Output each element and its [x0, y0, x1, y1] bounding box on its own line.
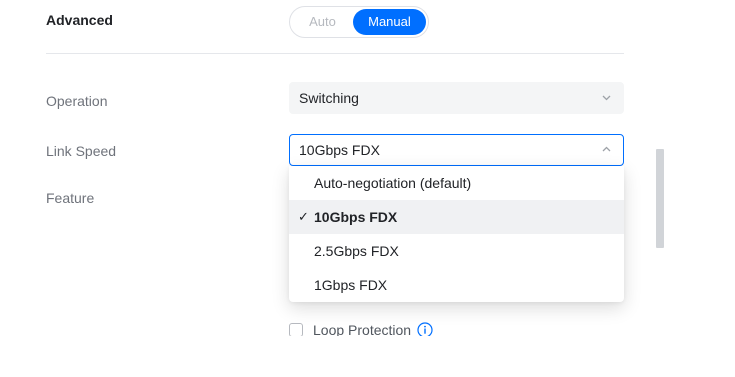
mode-auto-option[interactable]: Auto	[292, 9, 353, 35]
chevron-up-icon	[602, 146, 611, 153]
operation-label: Operation	[46, 93, 108, 109]
chevron-down-icon	[602, 95, 611, 102]
settings-panel: Advanced Auto Manual Operation Switching…	[0, 0, 735, 336]
option-label: Auto-negotiation (default)	[314, 175, 472, 191]
operation-select[interactable]: Switching	[289, 82, 624, 114]
feature-label: Feature	[46, 190, 95, 206]
option-10gbps-fdx[interactable]: ✓ 10Gbps FDX	[289, 200, 624, 234]
option-label: 1Gbps FDX	[314, 277, 388, 293]
loop-protection-checkbox[interactable]	[289, 323, 303, 336]
section-title: Advanced	[46, 12, 113, 28]
checkmark-icon: ✓	[298, 209, 309, 224]
link-speed-label: Link Speed	[46, 143, 117, 159]
option-label: 10Gbps FDX	[314, 209, 398, 225]
option-2-5gbps-fdx[interactable]: 2.5Gbps FDX	[289, 234, 624, 268]
info-icon[interactable]	[417, 322, 433, 336]
option-label: 2.5Gbps FDX	[314, 243, 399, 259]
loop-protection-label[interactable]: Loop Protection	[313, 322, 411, 336]
option-auto-negotiation[interactable]: Auto-negotiation (default)	[289, 166, 624, 200]
operation-value: Switching	[299, 90, 359, 106]
option-1gbps-fdx[interactable]: 1Gbps FDX	[289, 268, 624, 302]
link-speed-dropdown: Auto-negotiation (default) ✓ 10Gbps FDX …	[289, 166, 624, 302]
mode-toggle[interactable]: Auto Manual	[289, 6, 429, 38]
mode-manual-option[interactable]: Manual	[352, 9, 426, 35]
scrollbar-thumb[interactable]	[656, 149, 664, 248]
link-speed-select[interactable]: 10Gbps FDX	[289, 134, 624, 166]
loop-protection-row: Loop Protection	[289, 321, 433, 336]
section-divider	[46, 53, 624, 54]
link-speed-value: 10Gbps FDX	[299, 142, 380, 158]
